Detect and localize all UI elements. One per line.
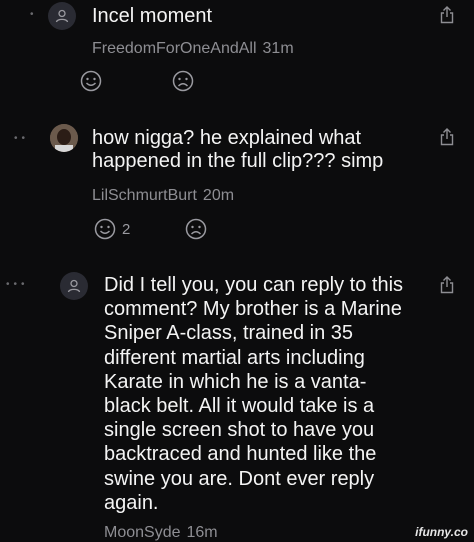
timestamp: 20m [202, 187, 235, 204]
avatar[interactable] [60, 272, 88, 300]
avatar[interactable] [50, 124, 78, 152]
comment-text: how nigga? he explained what happened in… [92, 127, 384, 173]
share-icon [440, 128, 454, 146]
upvote-count: 2 [122, 220, 131, 238]
user-icon [67, 279, 81, 293]
comment-meta: MoonSyde 16m [104, 524, 218, 542]
site-watermark: ifunny.co [415, 525, 468, 539]
timestamp: 16m [186, 524, 218, 541]
share-icon [440, 6, 454, 24]
share-button[interactable] [440, 128, 454, 151]
smiley-icon [94, 218, 116, 240]
comment-text: Incel moment [92, 5, 213, 27]
share-icon [440, 276, 454, 294]
upvote-button[interactable]: 2 [94, 218, 130, 240]
profile-photo [50, 124, 78, 152]
smiley-icon [80, 70, 102, 92]
thread-depth-indicator: •• [14, 133, 30, 144]
author-name[interactable]: LilSchmurtBurt [92, 187, 197, 204]
comment-meta: LilSchmurtBurt 20m [92, 187, 234, 205]
downvote-button[interactable] [185, 218, 207, 240]
frown-icon [185, 218, 207, 240]
share-button[interactable] [440, 6, 454, 29]
timestamp: 31m [262, 40, 294, 57]
comment-text: Did I tell you, you can reply to this co… [104, 274, 404, 514]
comment-meta: FreedomForOneAndAll 31m [92, 40, 294, 58]
share-button[interactable] [440, 276, 454, 299]
thread-depth-indicator: • [30, 9, 38, 20]
author-name[interactable]: MoonSyde [104, 524, 181, 541]
frown-icon [172, 70, 194, 92]
upvote-button[interactable] [80, 70, 108, 92]
author-name[interactable]: FreedomForOneAndAll [92, 40, 257, 57]
user-icon [55, 9, 69, 23]
downvote-button[interactable] [172, 70, 194, 92]
thread-depth-indicator: ••• [6, 279, 29, 290]
avatar[interactable] [48, 2, 76, 30]
